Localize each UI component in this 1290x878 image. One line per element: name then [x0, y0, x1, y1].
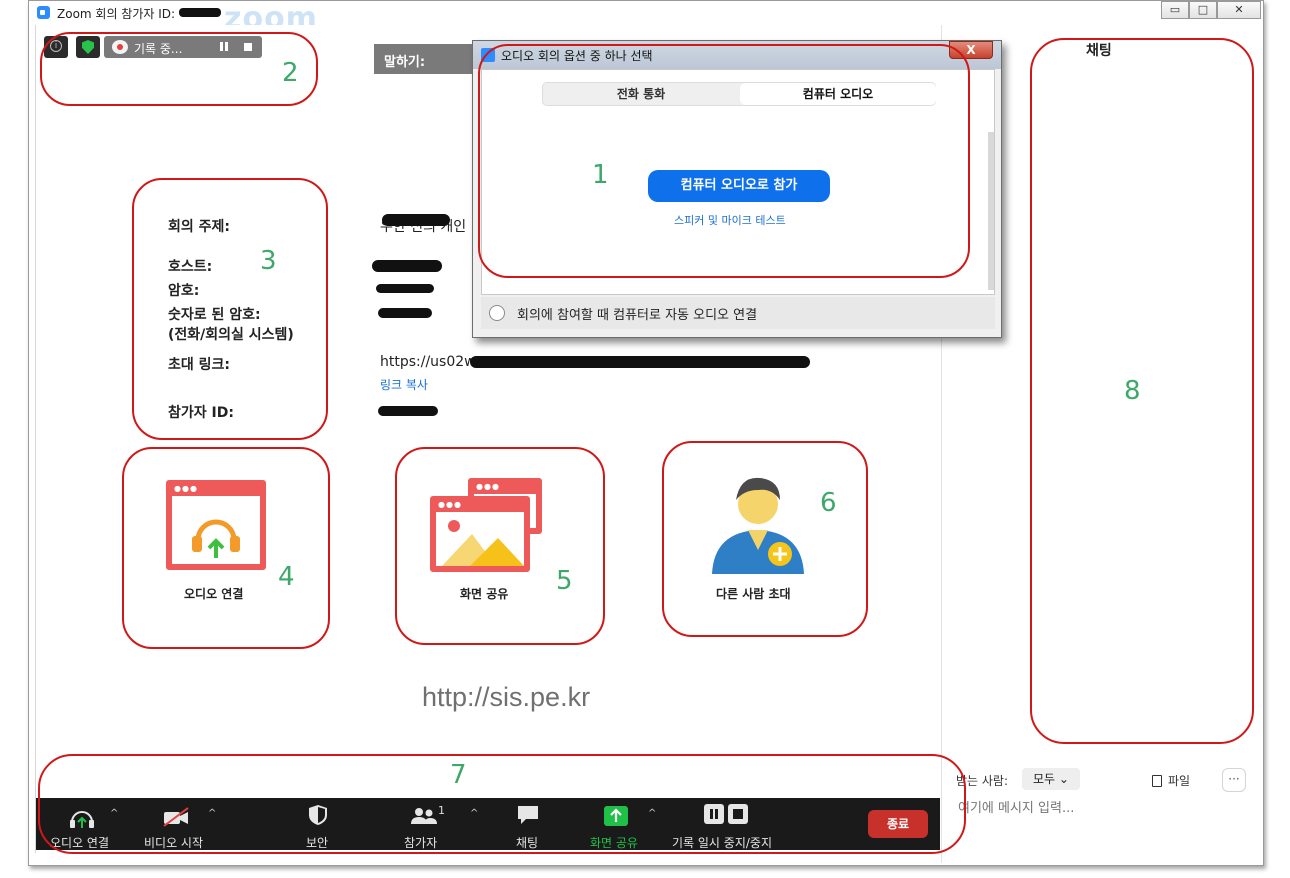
- annotation-box-1: [478, 44, 970, 278]
- redacted-participant-id: [378, 406, 438, 416]
- redacted-password: [376, 284, 434, 293]
- speaking-label: 말하기:: [384, 55, 426, 70]
- annotation-number-8: 8: [1124, 376, 1141, 406]
- zoom-logo-icon: [37, 6, 50, 19]
- annotation-box-8: [1030, 38, 1254, 744]
- annotation-number-5: 5: [556, 566, 573, 596]
- annotation-number-3: 3: [260, 246, 277, 276]
- auto-join-audio-label: 회의에 참여할 때 컴퓨터로 자동 오디오 연결: [517, 308, 758, 323]
- window-title: Zoom 회의 참가자 ID:: [57, 7, 176, 21]
- redacted-invite-link: [470, 356, 810, 368]
- chat-message-input[interactable]: [958, 798, 1238, 818]
- file-label: 파일: [1168, 774, 1191, 788]
- annotation-number-4: 4: [278, 562, 295, 592]
- redaction-mark: [382, 214, 450, 226]
- annotation-box-6: [662, 441, 868, 637]
- speaking-indicator: 말하기:: [374, 44, 478, 74]
- redacted-numeric-password: [378, 308, 432, 318]
- file-button[interactable]: 파일: [1152, 772, 1190, 789]
- annotation-box-7: [38, 754, 966, 854]
- annotation-number-2: 2: [282, 58, 299, 88]
- site-watermark: http://sis.pe.kr: [422, 682, 591, 712]
- annotation-number-1: 1: [592, 160, 609, 190]
- close-window-button[interactable]: ✕: [1217, 1, 1261, 19]
- maximize-button[interactable]: □: [1189, 1, 1217, 19]
- recipient-value: 모두: [1033, 772, 1056, 786]
- annotation-box-3: [132, 178, 328, 440]
- dialog-footer: 회의에 참여할 때 컴퓨터로 자동 오디오 연결: [481, 297, 995, 329]
- recipient-dropdown[interactable]: 모두 ⌄: [1022, 768, 1080, 790]
- chevron-down-icon: ⌄: [1055, 772, 1069, 786]
- annotation-number-7: 7: [450, 760, 467, 790]
- title-bar: Zoom 회의 참가자 ID: zoom ▭ □ ✕: [29, 1, 1263, 36]
- redacted-host: [372, 260, 442, 272]
- annotation-box-4: [122, 447, 330, 649]
- minimize-button[interactable]: ▭: [1161, 1, 1189, 19]
- more-options-button[interactable]: ···: [1222, 768, 1246, 792]
- annotation-box-2: [40, 32, 318, 106]
- copy-link-button[interactable]: 링크 복사: [380, 376, 428, 393]
- dialog-scrollbar[interactable]: [988, 132, 994, 290]
- auto-join-audio-checkbox[interactable]: [489, 305, 505, 321]
- annotation-box-5: [395, 447, 605, 645]
- invite-link-value: https://us02w: [380, 354, 476, 370]
- file-icon: [1152, 775, 1162, 787]
- redacted-meeting-id: [179, 8, 221, 17]
- annotation-number-6: 6: [820, 488, 837, 518]
